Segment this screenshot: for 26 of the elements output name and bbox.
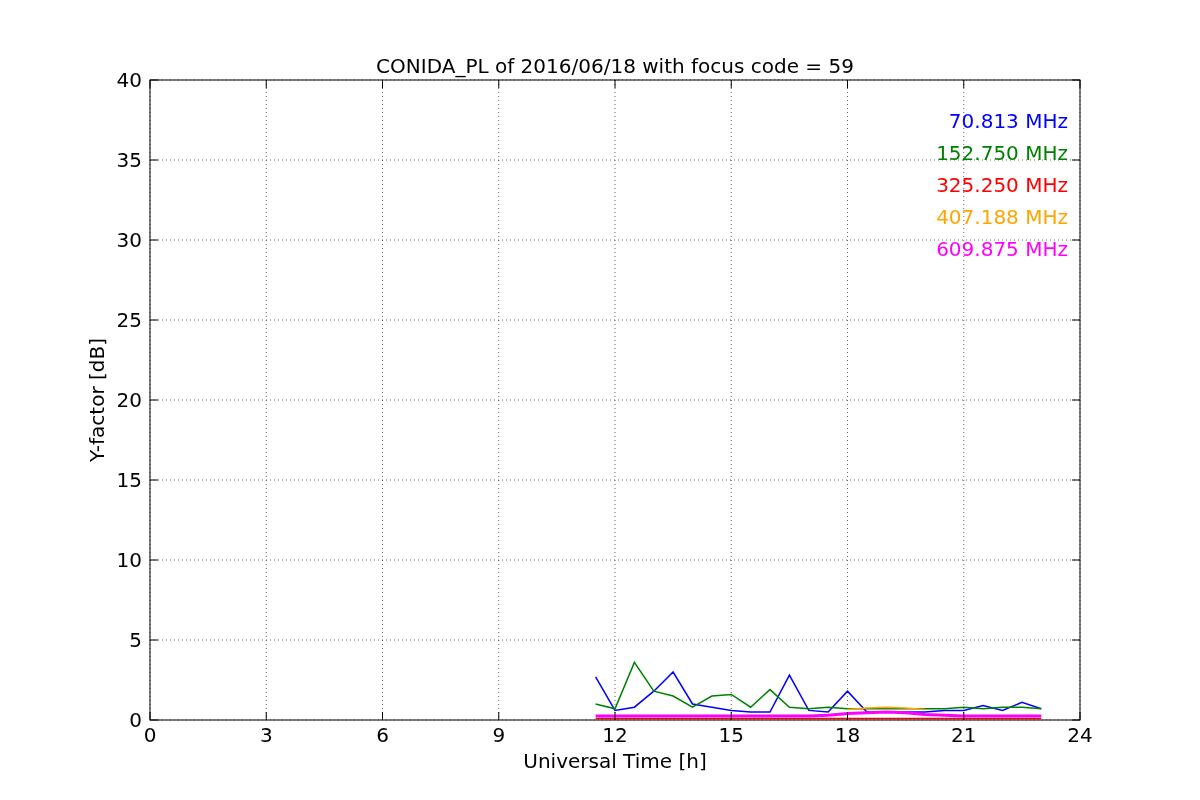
y-tick-label: 30 [116,228,142,252]
y-tick-label: 0 [129,708,142,732]
x-tick-label: 21 [951,723,977,747]
legend-label: 407.188 MHz [936,205,1068,229]
legend-label: 152.750 MHz [936,141,1068,165]
x-tick-label: 15 [718,723,744,747]
x-tick-label: 9 [492,723,506,747]
x-axis-label: Universal Time [h] [523,749,707,773]
y-tick-label: 40 [116,68,142,92]
y-tick-label: 20 [116,388,142,412]
y-tick-label: 35 [116,148,142,172]
x-tick-label: 12 [602,723,628,747]
y-tick-label: 25 [116,308,142,332]
chart-title: CONIDA_PL of 2016/06/18 with focus code = 59 [376,54,854,78]
x-tick-label: 18 [834,723,861,747]
legend-label: 70.813 MHz [948,109,1068,133]
x-tick-label: 0 [143,723,157,747]
x-tick-label: 24 [1067,723,1093,747]
y-tick-label: 10 [116,548,142,572]
legend-label: 325.250 MHz [936,173,1068,197]
x-tick-label: 6 [376,723,389,747]
y-axis-label: Y-factor [dB] [85,338,109,462]
x-tick-label: 3 [259,723,273,747]
y-tick-label: 15 [116,468,142,492]
legend-label: 609.875 MHz [936,237,1068,261]
y-tick-label: 5 [129,628,142,652]
